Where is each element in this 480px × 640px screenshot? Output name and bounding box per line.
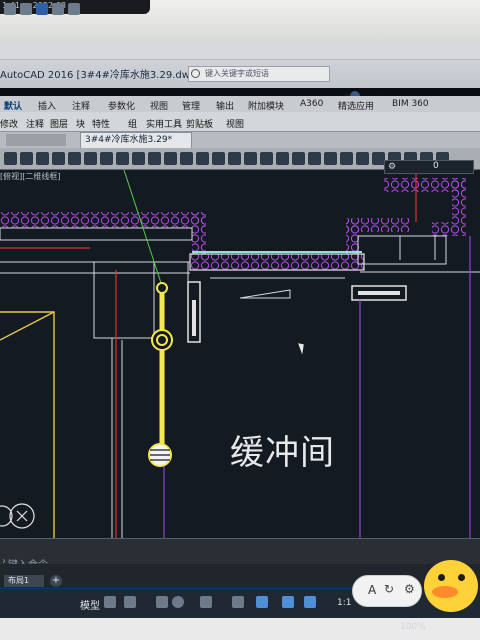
toolbar-tool-icon[interactable] bbox=[356, 152, 369, 165]
door-jambs bbox=[187, 281, 407, 343]
workspace-icon[interactable] bbox=[304, 596, 316, 608]
file-tab[interactable]: 3#4#冷库水施3.29* bbox=[80, 132, 192, 148]
toolbar-tool-icon[interactable] bbox=[164, 152, 177, 165]
door-beam bbox=[189, 251, 365, 271]
sticker-bubble-text: A bbox=[368, 583, 377, 597]
toolbar-tool-icon[interactable] bbox=[4, 152, 17, 165]
toolbar-tool-icon[interactable] bbox=[100, 152, 113, 165]
wall-lines bbox=[0, 227, 480, 538]
toolbar-tool-icon[interactable] bbox=[68, 152, 81, 165]
yellow-pipe[interactable] bbox=[148, 282, 173, 467]
ribbon-panel-7[interactable]: 剪贴板 bbox=[186, 117, 213, 130]
zoom-level: 100% bbox=[400, 622, 426, 632]
snap-icon[interactable] bbox=[124, 596, 136, 608]
refresh-icon: ↻ bbox=[384, 582, 395, 596]
purple-lines bbox=[163, 236, 471, 538]
zone-label: 缓冲间 bbox=[230, 433, 335, 473]
ribbon-tab-7[interactable]: 附加模块 bbox=[248, 99, 284, 112]
ribbon-tab-1[interactable]: 插入 bbox=[38, 99, 56, 112]
app-title: AutoCAD 2016 [3#4#冷库水施3.29.dwg] bbox=[0, 70, 201, 81]
ribbon-panel-2[interactable]: 图层 bbox=[50, 117, 68, 130]
start-tab[interactable] bbox=[6, 134, 66, 146]
toolbar-tool-icon[interactable] bbox=[196, 152, 209, 165]
add-layout-button[interactable]: + bbox=[50, 575, 62, 587]
ortho-icon[interactable] bbox=[156, 596, 168, 608]
ribbon-panel-6[interactable]: 实用工具 bbox=[146, 117, 182, 130]
toolbar-tool-icon[interactable] bbox=[324, 152, 337, 165]
viewcube-widget[interactable] bbox=[384, 160, 474, 174]
undo-icon[interactable] bbox=[68, 3, 80, 15]
ribbon-tab-5[interactable]: 管理 bbox=[182, 99, 200, 112]
annotation-scale[interactable]: 1:1 bbox=[337, 598, 351, 608]
toolbar-tool-icon[interactable] bbox=[308, 152, 321, 165]
toolbar-tool-icon[interactable] bbox=[228, 152, 241, 165]
ribbon-panel-5[interactable]: 组 bbox=[128, 117, 137, 130]
duck-beak bbox=[432, 586, 458, 598]
toolbar-tool-icon[interactable] bbox=[116, 152, 129, 165]
grid-icon[interactable] bbox=[104, 596, 116, 608]
ribbon-tab-8[interactable]: A360 bbox=[300, 99, 323, 109]
toolbar-tool-icon[interactable] bbox=[276, 152, 289, 165]
new-file-icon[interactable] bbox=[4, 3, 16, 15]
ribbon-tab-6[interactable]: 输出 bbox=[216, 99, 234, 112]
quick-access-toolbar bbox=[0, 42, 480, 60]
search-icon bbox=[191, 69, 200, 78]
lineweight-icon[interactable] bbox=[232, 596, 244, 608]
osnap-icon[interactable] bbox=[200, 596, 212, 608]
toolbar-tool-icon[interactable] bbox=[132, 152, 145, 165]
toolbar-tool-icon[interactable] bbox=[260, 152, 273, 165]
toolbar-tool-icon[interactable] bbox=[148, 152, 161, 165]
drawing-canvas[interactable] bbox=[0, 170, 480, 538]
transparency-icon[interactable] bbox=[256, 596, 268, 608]
save-icon[interactable] bbox=[36, 3, 48, 15]
ribbon-tab-2[interactable]: 注释 bbox=[72, 99, 90, 112]
open-file-icon[interactable] bbox=[20, 3, 32, 15]
ribbon-panel-0[interactable]: 修改 bbox=[0, 117, 18, 130]
ribbon-panel-8[interactable]: 视图 bbox=[226, 117, 244, 130]
toolbar-tool-icon[interactable] bbox=[36, 152, 49, 165]
file-tab-bar bbox=[0, 132, 480, 148]
ribbon-panel-3[interactable]: 块 bbox=[76, 117, 85, 130]
ribbon-tab-4[interactable]: 视图 bbox=[150, 99, 168, 112]
gear-icon[interactable]: ⚙ bbox=[388, 162, 396, 172]
layout-tab[interactable]: 布局1 bbox=[4, 575, 44, 587]
ribbon-panel-4[interactable]: 特性 bbox=[92, 117, 110, 130]
toolbar-tool-icon[interactable] bbox=[20, 152, 33, 165]
settings-icon: ⚙ bbox=[404, 582, 415, 596]
search-input[interactable]: 键入关键字或短语 bbox=[188, 66, 330, 82]
ribbon-tab-10[interactable]: BIM 360 bbox=[392, 99, 429, 109]
toolbar-tool-icon[interactable] bbox=[244, 152, 257, 165]
toolbar-tool-icon[interactable] bbox=[292, 152, 305, 165]
yellow-outline bbox=[0, 311, 55, 538]
polar-icon[interactable] bbox=[172, 596, 184, 608]
toolbar-tool-icon[interactable] bbox=[84, 152, 97, 165]
annotation-icon[interactable] bbox=[282, 596, 294, 608]
save-as-icon[interactable] bbox=[52, 3, 64, 15]
toolbar-tool-icon[interactable] bbox=[340, 152, 353, 165]
sink-symbols bbox=[0, 503, 35, 529]
viewport-label[interactable]: [俯视][二维线框] bbox=[0, 171, 60, 182]
ribbon-panel-1[interactable]: 注释 bbox=[26, 117, 44, 130]
toolbar-tool-icon[interactable] bbox=[180, 152, 193, 165]
ribbon-tab-3[interactable]: 参数化 bbox=[108, 99, 135, 112]
viewcube-value: 0 bbox=[433, 161, 439, 171]
ribbon-tab-9[interactable]: 精选应用 bbox=[338, 99, 374, 112]
command-line[interactable] bbox=[0, 538, 480, 564]
duck-eye-left bbox=[438, 574, 445, 581]
wall-hatch-right bbox=[346, 178, 466, 260]
toolbar-tool-icon[interactable] bbox=[52, 152, 65, 165]
toolbar-tool-icon[interactable] bbox=[212, 152, 225, 165]
ribbon-tab-0[interactable]: 默认 bbox=[4, 99, 22, 112]
model-space-button[interactable]: 模型 bbox=[80, 597, 100, 612]
duck-eye-right bbox=[458, 574, 465, 581]
